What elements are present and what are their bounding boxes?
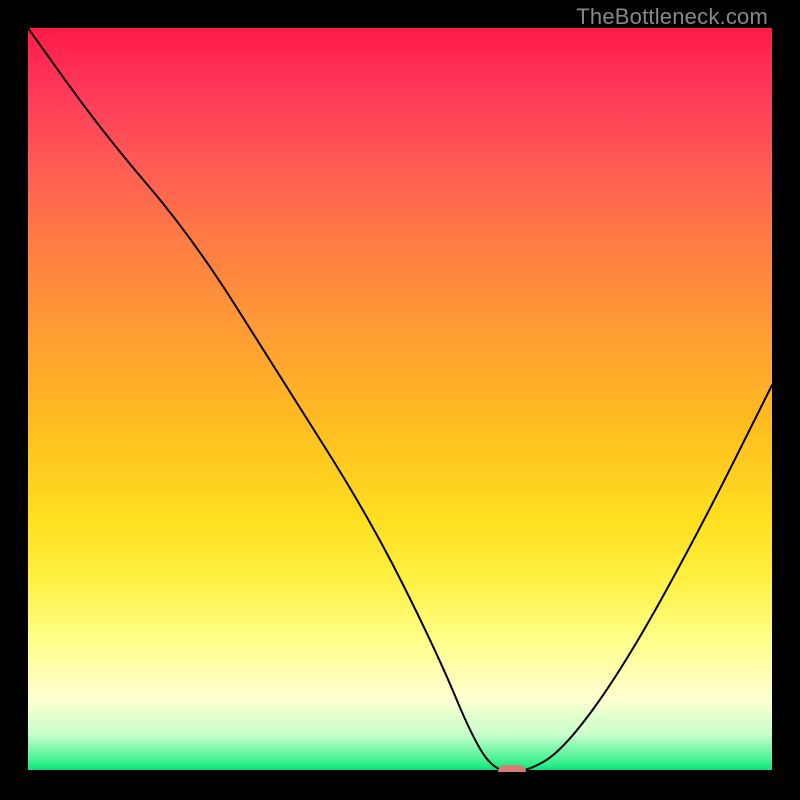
bottleneck-curve-path: [28, 28, 772, 772]
chart-frame: TheBottleneck.com: [0, 0, 800, 800]
optimal-point-marker: [498, 765, 526, 772]
x-axis-line: [28, 770, 772, 772]
watermark-text: TheBottleneck.com: [576, 4, 768, 30]
chart-svg: [28, 28, 772, 772]
plot-area: [28, 28, 772, 772]
